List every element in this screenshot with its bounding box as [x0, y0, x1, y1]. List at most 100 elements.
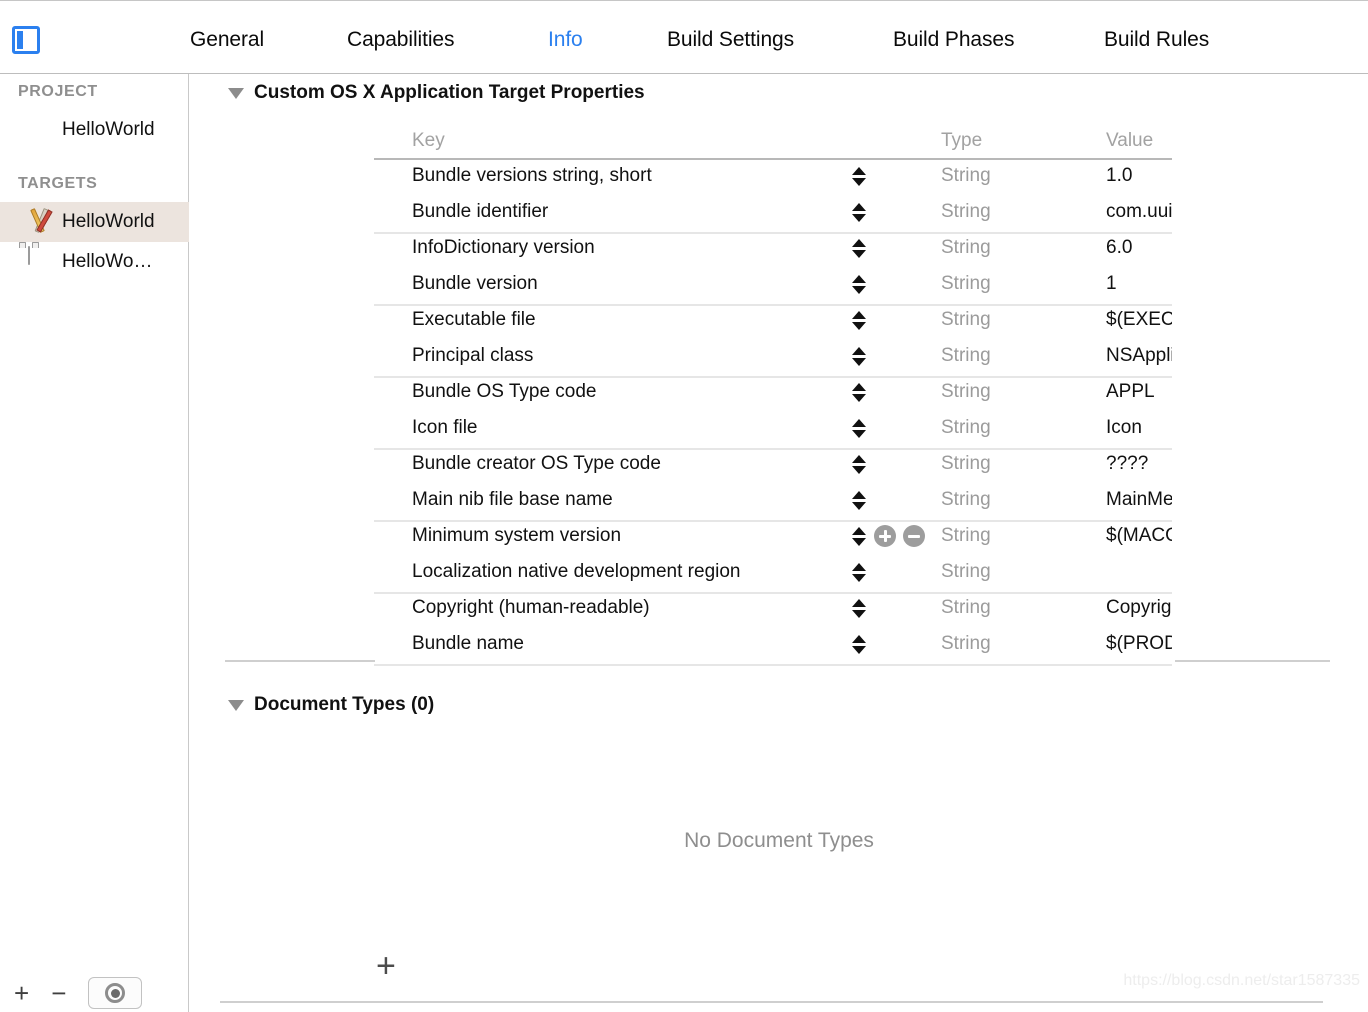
row-stepper-cell [844, 347, 874, 366]
table-row[interactable]: Executable file String$(EXECUTA [374, 302, 1172, 338]
row-stepper-icon[interactable] [852, 527, 866, 546]
row-key[interactable]: Bundle creator OS Type code [374, 453, 844, 475]
row-value[interactable]: $(PRODUCT [1106, 633, 1172, 655]
document-types-section-header[interactable]: Document Types (0) [228, 694, 434, 716]
row-value[interactable]: $(MACOSX_ [1106, 525, 1172, 547]
row-key[interactable]: InfoDictionary version [374, 237, 844, 259]
tab-capabilities[interactable]: Capabilities [347, 28, 454, 52]
row-key[interactable]: Copyright (human-readable) [374, 597, 844, 619]
row-stepper-icon[interactable] [852, 563, 866, 582]
row-key[interactable]: Minimum system version [374, 525, 844, 547]
row-key[interactable]: Bundle name [374, 633, 844, 655]
row-stepper-icon[interactable] [852, 275, 866, 294]
row-type[interactable]: String [936, 597, 1106, 619]
row-stepper-icon[interactable] [852, 347, 866, 366]
app-target-icon [28, 207, 54, 237]
row-type[interactable]: String [936, 273, 1106, 295]
row-key[interactable]: Main nib file base name [374, 489, 844, 511]
row-type[interactable]: String [936, 453, 1106, 475]
table-row[interactable]: Bundle identifier Stringcom.uuinde [374, 194, 1172, 230]
row-stepper-cell [844, 203, 874, 222]
row-value[interactable]: com.uuinde [1106, 201, 1172, 223]
add-document-type-button[interactable]: + [376, 949, 396, 983]
tab-build-phases[interactable]: Build Phases [893, 28, 1014, 52]
table-row[interactable]: Bundle versions string, short String1.0 [374, 158, 1172, 194]
row-stepper-icon[interactable] [852, 599, 866, 618]
properties-section-header[interactable]: Custom OS X Application Target Propertie… [228, 82, 645, 104]
row-key[interactable]: Icon file [374, 417, 844, 439]
row-stepper-icon[interactable] [852, 239, 866, 258]
table-row[interactable]: Copyright (human-readable) StringCopyrigh… [374, 590, 1172, 626]
row-key[interactable]: Localization native development region [374, 561, 844, 583]
row-stepper-cell [844, 311, 874, 330]
row-stepper-icon[interactable] [852, 203, 866, 222]
row-type[interactable]: String [936, 165, 1106, 187]
table-row[interactable]: Localization native development region St… [374, 554, 1172, 590]
add-target-button[interactable]: + [14, 980, 29, 1006]
row-value[interactable]: 6.0 [1106, 237, 1172, 259]
row-key[interactable]: Principal class [374, 345, 844, 367]
table-row[interactable]: InfoDictionary version String6.0 [374, 230, 1172, 266]
row-key[interactable]: Executable file [374, 309, 844, 331]
row-type[interactable]: String [936, 201, 1106, 223]
table-row[interactable]: Minimum system version String$(MACOSX_ [374, 518, 1172, 554]
column-header-key[interactable]: Key [374, 130, 844, 152]
table-row[interactable]: Icon file StringIcon [374, 410, 1172, 446]
row-type[interactable]: String [936, 489, 1106, 511]
row-stepper-icon[interactable] [852, 455, 866, 474]
tab-build-rules[interactable]: Build Rules [1104, 28, 1209, 52]
row-value[interactable]: Icon [1106, 417, 1172, 439]
column-header-type[interactable]: Type [936, 130, 1106, 152]
row-key[interactable]: Bundle version [374, 273, 844, 295]
row-value[interactable]: en [1106, 559, 1172, 586]
row-value[interactable]: NSApplicati [1106, 345, 1172, 367]
sidebar-item-target-helloworld[interactable]: HelloWorld [0, 202, 189, 242]
tab-general[interactable]: General [190, 28, 264, 52]
disclosure-triangle-icon[interactable] [228, 88, 244, 99]
table-header-row: Key TypeValue [374, 124, 1172, 158]
row-stepper-icon[interactable] [852, 635, 866, 654]
row-value[interactable]: $(EXECUTA [1106, 309, 1172, 331]
row-type[interactable]: String [936, 417, 1106, 439]
filter-record-icon[interactable] [88, 977, 142, 1009]
table-row[interactable]: Bundle name String$(PRODUCT [374, 626, 1172, 662]
row-type[interactable]: String [936, 345, 1106, 367]
row-type[interactable]: String [936, 237, 1106, 259]
row-stepper-icon[interactable] [852, 383, 866, 402]
table-row[interactable]: Bundle version String1 [374, 266, 1172, 302]
sidebar-item-project-helloworld[interactable]: HelloWorld [0, 110, 189, 150]
section-divider-left [225, 660, 375, 662]
column-header-value[interactable]: Value [1106, 130, 1172, 152]
table-row[interactable]: Principal class StringNSApplicati [374, 338, 1172, 374]
table-row[interactable]: Bundle OS Type code StringAPPL [374, 374, 1172, 410]
add-row-icon[interactable] [874, 525, 896, 547]
row-value[interactable]: 1 [1106, 273, 1172, 295]
row-type[interactable]: String [936, 525, 1106, 547]
tab-info[interactable]: Info [548, 28, 583, 52]
row-value[interactable]: ???? [1106, 453, 1172, 475]
row-type[interactable]: String [936, 561, 1106, 583]
row-value[interactable]: 1.0 [1106, 165, 1172, 187]
row-key[interactable]: Bundle identifier [374, 201, 844, 223]
remove-row-icon[interactable] [903, 525, 925, 547]
row-add-remove-cell [874, 525, 936, 547]
tab-build-settings[interactable]: Build Settings [667, 28, 794, 52]
table-row[interactable]: Bundle creator OS Type code String???? [374, 446, 1172, 482]
row-stepper-icon[interactable] [852, 167, 866, 186]
table-row[interactable]: Main nib file base name StringMainMenu [374, 482, 1172, 518]
row-stepper-icon[interactable] [852, 491, 866, 510]
row-type[interactable]: String [936, 309, 1106, 331]
row-key[interactable]: Bundle versions string, short [374, 165, 844, 187]
remove-target-button[interactable]: − [51, 980, 66, 1006]
row-stepper-icon[interactable] [852, 311, 866, 330]
row-stepper-icon[interactable] [852, 419, 866, 438]
sidebar-item-target-helloworld-tests[interactable]: HelloWo… [0, 242, 189, 282]
navigator-panel-icon[interactable] [12, 26, 40, 54]
row-type[interactable]: String [936, 633, 1106, 655]
disclosure-triangle-icon[interactable] [228, 700, 244, 711]
row-key[interactable]: Bundle OS Type code [374, 381, 844, 403]
row-value[interactable]: Copyright © [1106, 597, 1172, 619]
row-value[interactable]: MainMenu [1106, 489, 1172, 511]
row-type[interactable]: String [936, 381, 1106, 403]
row-value[interactable]: APPL [1106, 381, 1172, 403]
